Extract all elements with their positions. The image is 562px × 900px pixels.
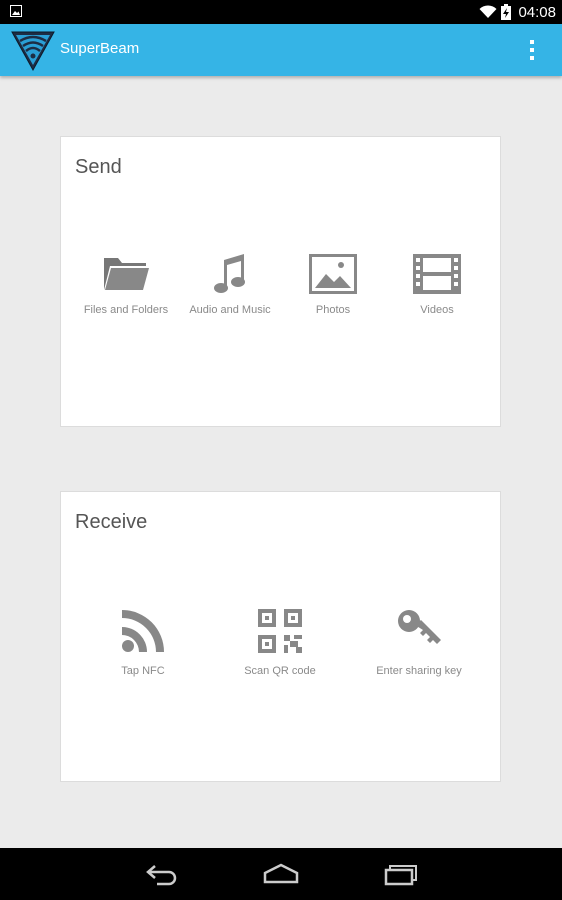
status-bar: 04:08 — [0, 0, 562, 24]
send-option-label: Files and Folders — [83, 304, 169, 316]
qr-code-icon — [258, 609, 302, 653]
send-files-and-folders-button[interactable]: Files and Folders — [81, 254, 171, 316]
receive-title: Receive — [75, 511, 148, 533]
superbeam-logo-icon[interactable] — [10, 28, 56, 72]
back-icon[interactable] — [145, 860, 179, 888]
receive-tap-nfc-button[interactable]: Tap NFC — [103, 607, 183, 677]
status-time: 04:08 — [518, 3, 556, 21]
send-title: Send — [75, 156, 122, 178]
send-option-label: Videos — [420, 304, 454, 316]
send-audio-and-music-button[interactable]: Audio and Music — [185, 254, 275, 316]
receive-option-label: Tap NFC — [121, 665, 165, 677]
send-option-label: Audio and Music — [189, 304, 271, 316]
overflow-menu-icon — [530, 40, 534, 44]
overflow-menu-button[interactable] — [524, 38, 540, 62]
music-note-icon — [214, 254, 245, 293]
film-icon — [413, 254, 461, 294]
receive-scan-qr-code-button[interactable]: Scan QR code — [235, 607, 325, 677]
navigation-bar — [0, 848, 562, 900]
folder-icon — [104, 258, 149, 290]
receive-card: Receive Tap NFC Scan QR code Enter shari… — [60, 491, 501, 782]
home-icon[interactable] — [263, 860, 299, 888]
battery-charging-icon — [501, 4, 512, 20]
receive-option-label: Scan QR code — [244, 665, 316, 677]
app-bar: SuperBeam — [0, 24, 562, 76]
send-photos-button[interactable]: Photos — [293, 254, 373, 316]
recent-apps-icon[interactable] — [384, 860, 418, 888]
send-option-label: Photos — [315, 304, 351, 316]
receive-option-label: Enter sharing key — [376, 665, 462, 677]
image-notification-icon — [10, 5, 22, 17]
nfc-icon — [122, 610, 164, 652]
photo-icon — [309, 254, 357, 294]
send-videos-button[interactable]: Videos — [397, 254, 477, 316]
wifi-icon — [479, 5, 497, 18]
send-card: Send Files and Folders Audio and Music P… — [60, 136, 501, 427]
receive-enter-sharing-key-button[interactable]: Enter sharing key — [373, 607, 465, 677]
key-icon — [398, 610, 441, 644]
app-title: SuperBeam — [60, 40, 140, 57]
